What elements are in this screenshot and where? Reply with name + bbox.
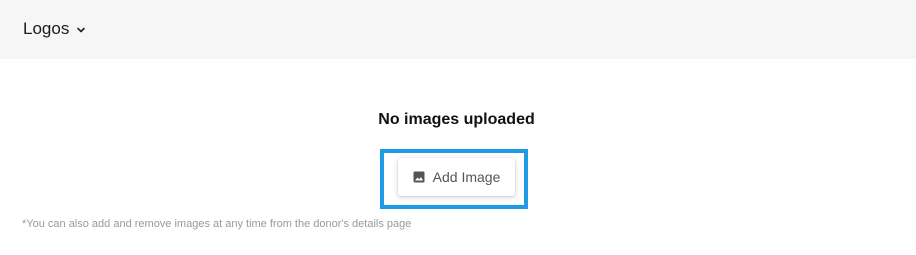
section-header: Logos: [0, 0, 916, 59]
chevron-down-icon: [76, 25, 86, 35]
empty-state-title: No images uploaded: [378, 111, 535, 128]
footnote-text: *You can also add and remove images at a…: [22, 218, 412, 230]
add-image-button[interactable]: Add Image: [398, 158, 515, 196]
section-title: Logos: [23, 19, 70, 38]
add-image-label: Add Image: [432, 169, 501, 185]
logos-section-toggle[interactable]: Logos: [23, 17, 86, 41]
image-icon: [413, 171, 425, 183]
